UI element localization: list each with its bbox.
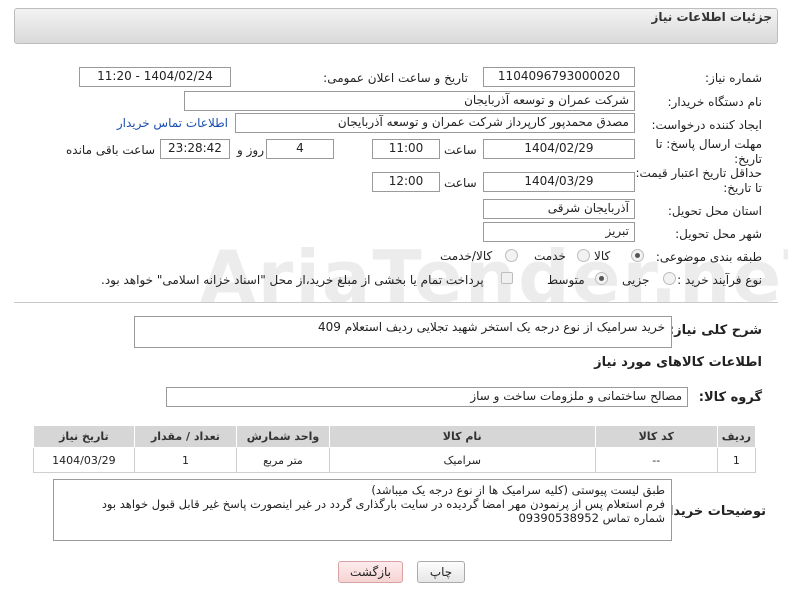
buyer-notes-line-3: شماره تماس 09390538952 xyxy=(518,511,665,525)
items-table: ردیف کد کالا نام کالا واحد شمارش تعداد /… xyxy=(33,425,757,473)
treasury-checkbox[interactable] xyxy=(501,272,513,284)
buyer-notes-label: توضیحات خریدار: xyxy=(656,504,766,519)
requester-label: ایجاد کننده درخواست: xyxy=(651,118,762,132)
announce-field: 1404/02/24 - 11:20 xyxy=(79,67,231,87)
cell-row-no: 1 xyxy=(716,447,757,473)
description-label: شرح کلی نیاز: xyxy=(668,323,762,338)
description-textarea[interactable]: خرید سرامیک از نوع درجه یک استخر شهید تج… xyxy=(134,316,672,348)
category-radio-goods-service[interactable] xyxy=(505,249,518,262)
table-header-row: ردیف کد کالا نام کالا واحد شمارش تعداد /… xyxy=(33,425,757,448)
validity-label: حداقل تاریخ اعتبار قیمت: تا تاریخ: xyxy=(635,166,762,195)
buyer-org-field: شرکت عمران و توسعه آذربایجان xyxy=(184,91,635,111)
validity-hour-label: ساعت xyxy=(444,176,477,190)
buyer-contact-link[interactable]: اطلاعات تماس خریدار xyxy=(117,116,228,130)
col-header-qty: تعداد / مقدار xyxy=(133,425,238,448)
deadline-time-field: 11:00 xyxy=(372,139,440,159)
deadline-hour-label: ساعت xyxy=(444,143,477,157)
goods-group-field: مصالح ساختمانی و ملزومات ساخت و ساز xyxy=(166,387,688,407)
divider xyxy=(14,302,778,303)
announce-label: تاریخ و ساعت اعلان عمومی: xyxy=(323,71,468,85)
payment-note: پرداخت تمام یا بخشی از مبلغ خرید،از محل … xyxy=(101,273,484,287)
cell-unit: متر مربع xyxy=(236,447,330,473)
days-field: 4 xyxy=(266,139,334,159)
process-radio-minor[interactable] xyxy=(663,272,676,285)
category-label: طبقه بندی موضوعی: xyxy=(655,250,762,264)
category-radio-goods[interactable] xyxy=(631,249,644,262)
remaining-label: ساعت باقی مانده xyxy=(66,143,156,157)
category-goods-label: کالا xyxy=(594,249,611,263)
city-label: شهر محل تحویل: xyxy=(675,227,762,241)
cell-code: -- xyxy=(594,447,718,473)
remaining-time-field: 23:28:42 xyxy=(160,139,230,159)
need-number-field: 1104096793000020 xyxy=(483,67,635,87)
cell-qty: 1 xyxy=(133,447,238,473)
days-label: روز و xyxy=(237,143,264,157)
process-radio-medium[interactable] xyxy=(595,272,608,285)
validity-time-field: 12:00 xyxy=(372,172,440,192)
items-table-wrapper: ردیف کد کالا نام کالا واحد شمارش تعداد /… xyxy=(33,425,757,473)
col-header-unit: واحد شمارش xyxy=(236,425,330,448)
deadline-label: مهلت ارسال پاسخ: تا تاریخ: xyxy=(655,137,762,166)
process-minor-label: جزیی xyxy=(622,273,650,287)
category-service-label: خدمت xyxy=(534,249,566,263)
goods-group-label: گروه کالا: xyxy=(698,390,762,405)
process-medium-label: متوسط xyxy=(547,273,585,287)
city-field: تبریز xyxy=(483,222,635,242)
requester-field: مصدق محمدپور کارپرداز شرکت عمران و توسعه… xyxy=(235,113,635,133)
buyer-notes-line-1: طبق لیست پیوستی (کلیه سرامیک ها از نوع د… xyxy=(371,483,665,497)
cell-name: سرامیک xyxy=(328,447,596,473)
back-button[interactable]: بازگشت xyxy=(338,561,403,583)
deadline-date-field: 1404/02/29 xyxy=(483,139,635,159)
category-radio-service[interactable] xyxy=(577,249,590,262)
process-label: نوع فرآیند خرید : xyxy=(677,273,762,287)
province-label: استان محل تحویل: xyxy=(667,204,762,218)
need-number-label: شماره نیاز: xyxy=(705,71,762,85)
validity-date-field: 1404/03/29 xyxy=(483,172,635,192)
print-button[interactable]: چاپ xyxy=(417,561,465,583)
col-header-date: تاریخ نیاز xyxy=(33,425,135,448)
col-header-code: کد کالا xyxy=(594,425,718,448)
province-field: آذربایجان شرقی xyxy=(483,199,635,219)
cell-date: 1404/03/29 xyxy=(33,447,135,473)
goods-info-title: اطلاعات کالاهای مورد نیاز xyxy=(594,355,762,370)
page-title: جزئیات اطلاعات نیاز xyxy=(651,10,772,24)
buyer-org-label: نام دستگاه خریدار: xyxy=(667,95,763,109)
buyer-notes-line-2: فرم استعلام پس از پرنمودن مهر امضا گردید… xyxy=(101,497,665,511)
col-header-row-no: ردیف xyxy=(716,425,757,448)
buyer-notes-textarea[interactable]: طبق لیست پیوستی (کلیه سرامیک ها از نوع د… xyxy=(53,479,672,541)
category-goods-service-label: کالا/خدمت xyxy=(440,249,493,263)
table-row: 1 -- سرامیک متر مربع 1 1404/03/29 xyxy=(33,447,757,473)
col-header-name: نام کالا xyxy=(328,425,596,448)
